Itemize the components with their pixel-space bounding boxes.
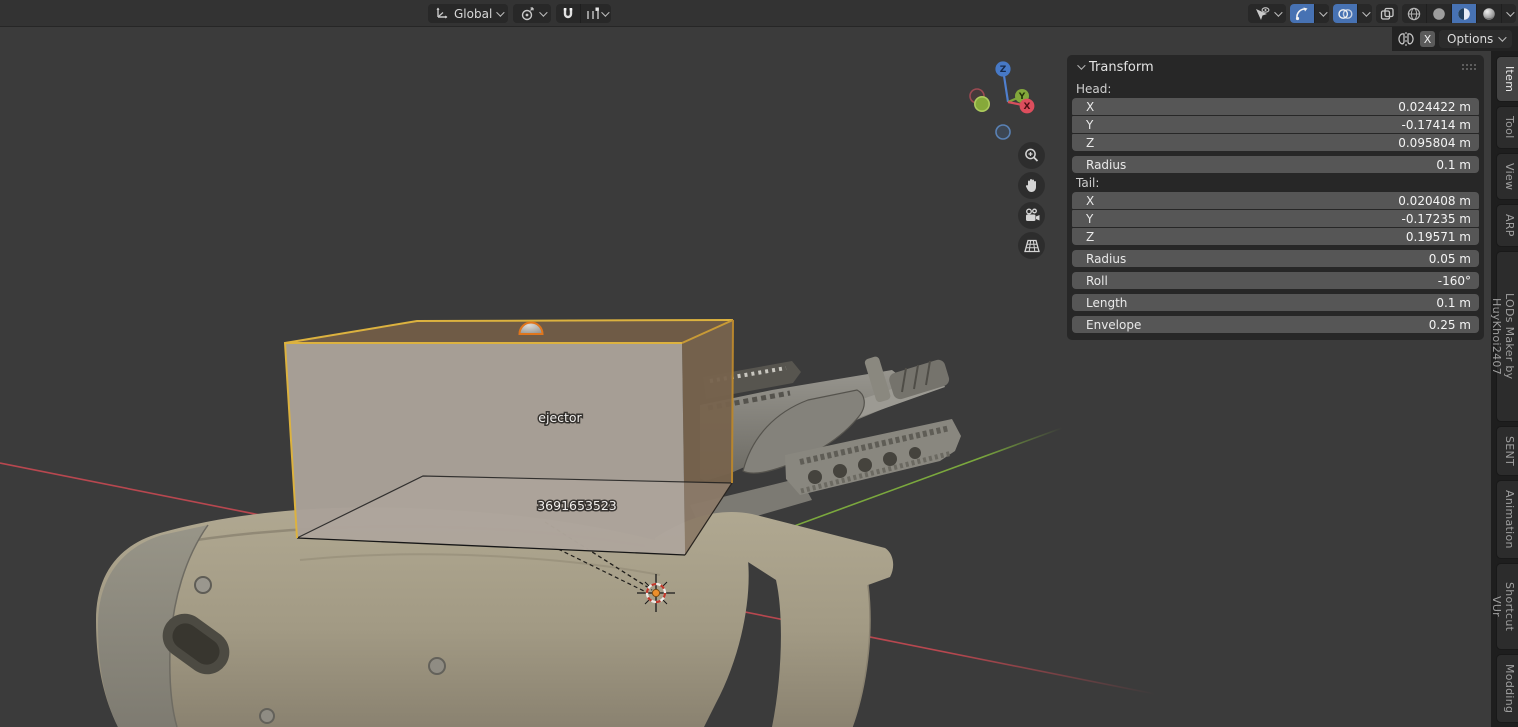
chevron-down-icon bbox=[1362, 8, 1370, 16]
chevron-down-icon bbox=[1319, 8, 1327, 16]
envelope-field[interactable]: Envelope0.25 m bbox=[1072, 316, 1479, 333]
panel-drag-handle[interactable] bbox=[1462, 64, 1474, 70]
snap-magnet-icon bbox=[560, 6, 576, 22]
zoom-icon bbox=[1023, 147, 1040, 164]
zoom-button[interactable] bbox=[1018, 142, 1045, 169]
shading-dropdown[interactable] bbox=[1501, 4, 1516, 23]
blender-window: ejector 3691653523 Global bbox=[0, 0, 1518, 727]
tail-x-field[interactable]: X0.020408 m bbox=[1072, 192, 1479, 209]
snap-toggle-button[interactable] bbox=[556, 4, 580, 23]
sidebar-tab-sent[interactable]: SENT bbox=[1496, 426, 1518, 476]
gizmos-dropdown[interactable] bbox=[1314, 4, 1329, 23]
length-field[interactable]: Length0.1 m bbox=[1072, 294, 1479, 311]
rendered-shading-icon bbox=[1481, 6, 1497, 22]
tail-section-label: Tail: bbox=[1070, 175, 1481, 191]
pan-hand-icon bbox=[1023, 177, 1040, 194]
chevron-down-icon bbox=[539, 8, 547, 16]
roll-field[interactable]: Roll-160° bbox=[1072, 272, 1479, 289]
sidebar-tab-shortcut-vur[interactable]: Shortcut VUr bbox=[1496, 563, 1518, 650]
overlays-dropdown[interactable] bbox=[1357, 4, 1372, 23]
toggle-perspective-button[interactable] bbox=[1018, 232, 1045, 259]
pan-button[interactable] bbox=[1018, 172, 1045, 199]
svg-text:X: X bbox=[1024, 102, 1031, 112]
camera-view-icon bbox=[1023, 207, 1041, 224]
transform-orientation-icon bbox=[434, 6, 450, 22]
head-radius-field[interactable]: Radius0.1 m bbox=[1072, 156, 1479, 173]
transform-panel: Transform Head: X0.024422 m Y-0.17414 m … bbox=[1067, 55, 1484, 340]
camera-view-button[interactable] bbox=[1018, 202, 1045, 229]
pivot-point-dropdown[interactable] bbox=[513, 4, 551, 23]
sidebar-tab-animation[interactable]: Animation bbox=[1496, 480, 1518, 559]
shading-rendered-button[interactable] bbox=[1476, 4, 1501, 23]
panel-collapse-icon[interactable] bbox=[1077, 61, 1085, 69]
xray-toggle-icon bbox=[1379, 6, 1395, 22]
navigation-gizmo[interactable]: Z Y X bbox=[958, 57, 1054, 149]
gizmos-toggle-button[interactable] bbox=[1290, 4, 1314, 23]
bone-id-label: 3691653523 bbox=[537, 498, 617, 513]
shading-solid-button[interactable] bbox=[1426, 4, 1451, 23]
tail-z-field[interactable]: Z0.19571 m bbox=[1072, 228, 1479, 245]
chevron-down-icon bbox=[1274, 8, 1282, 16]
viewport-controls bbox=[1018, 142, 1045, 259]
overlays-toggle-button[interactable] bbox=[1333, 4, 1357, 23]
chevron-down-icon bbox=[1498, 33, 1506, 41]
shading-wireframe-button[interactable] bbox=[1402, 4, 1426, 23]
wireframe-shading-icon bbox=[1406, 6, 1422, 22]
sidebar-tab-modding[interactable]: Modding bbox=[1496, 654, 1518, 723]
sidebar-tab-strip: Item Tool View ARP LODs Maker by HuyKhoi… bbox=[1491, 27, 1518, 727]
options-label: Options bbox=[1447, 32, 1493, 46]
tail-radius-field[interactable]: Radius0.05 m bbox=[1072, 250, 1479, 267]
head-x-field[interactable]: X0.024422 m bbox=[1072, 98, 1479, 115]
snap-target-dropdown[interactable] bbox=[580, 4, 611, 23]
gizmo-axis-z[interactable]: Z bbox=[995, 61, 1010, 76]
orientation-label: Global bbox=[454, 7, 492, 21]
bone-name-label: ejector bbox=[538, 410, 582, 425]
gizmo-axis-neg-y[interactable] bbox=[975, 97, 989, 111]
overlays-toggle-icon bbox=[1337, 6, 1353, 22]
show-gizmo-dropdown[interactable] bbox=[1248, 4, 1286, 23]
chevron-down-icon bbox=[496, 8, 504, 16]
gizmo-axis-x[interactable]: X bbox=[1020, 99, 1035, 114]
head-section-label: Head: bbox=[1070, 81, 1481, 97]
selected-bone-box[interactable] bbox=[285, 320, 733, 555]
mirror-x-icon[interactable] bbox=[1396, 30, 1416, 48]
shading-material-button[interactable] bbox=[1451, 4, 1476, 23]
sidebar-tab-item[interactable]: Item bbox=[1496, 56, 1518, 102]
tool-settings-bar: X Options bbox=[1392, 27, 1518, 51]
viewport-header: Global bbox=[0, 0, 1518, 27]
panel-title: Transform bbox=[1089, 60, 1154, 75]
solid-shading-icon bbox=[1431, 6, 1447, 22]
transform-orientation-dropdown[interactable]: Global bbox=[428, 4, 508, 23]
sidebar-tab-view[interactable]: View bbox=[1496, 153, 1518, 200]
head-z-field[interactable]: Z0.095804 m bbox=[1072, 134, 1479, 151]
sidebar-tab-arp[interactable]: ARP bbox=[1496, 204, 1518, 247]
chevron-down-icon bbox=[601, 8, 609, 16]
gizmos-toggle-icon bbox=[1294, 6, 1310, 22]
options-dropdown[interactable]: Options bbox=[1439, 30, 1512, 48]
sidebar-tab-tool[interactable]: Tool bbox=[1496, 106, 1518, 149]
tail-y-field[interactable]: Y-0.17235 m bbox=[1072, 210, 1479, 227]
xray-toggle-button[interactable] bbox=[1376, 4, 1398, 23]
gizmo-axis-neg-z[interactable] bbox=[996, 125, 1010, 139]
toggle-grid-icon bbox=[1023, 238, 1041, 254]
mirror-x-axis-button[interactable]: X bbox=[1420, 31, 1435, 47]
snap-target-icon bbox=[585, 6, 601, 22]
pivot-point-icon bbox=[519, 6, 535, 22]
material-preview-icon bbox=[1456, 6, 1472, 22]
head-y-field[interactable]: Y-0.17414 m bbox=[1072, 116, 1479, 133]
show-gizmo-icon bbox=[1254, 6, 1270, 22]
chevron-down-icon bbox=[1506, 8, 1514, 16]
sidebar-tab-lods-maker[interactable]: LODs Maker by HuyKhoi2407 bbox=[1496, 251, 1518, 422]
svg-text:Z: Z bbox=[1000, 65, 1007, 75]
bone-head-point bbox=[652, 589, 659, 596]
